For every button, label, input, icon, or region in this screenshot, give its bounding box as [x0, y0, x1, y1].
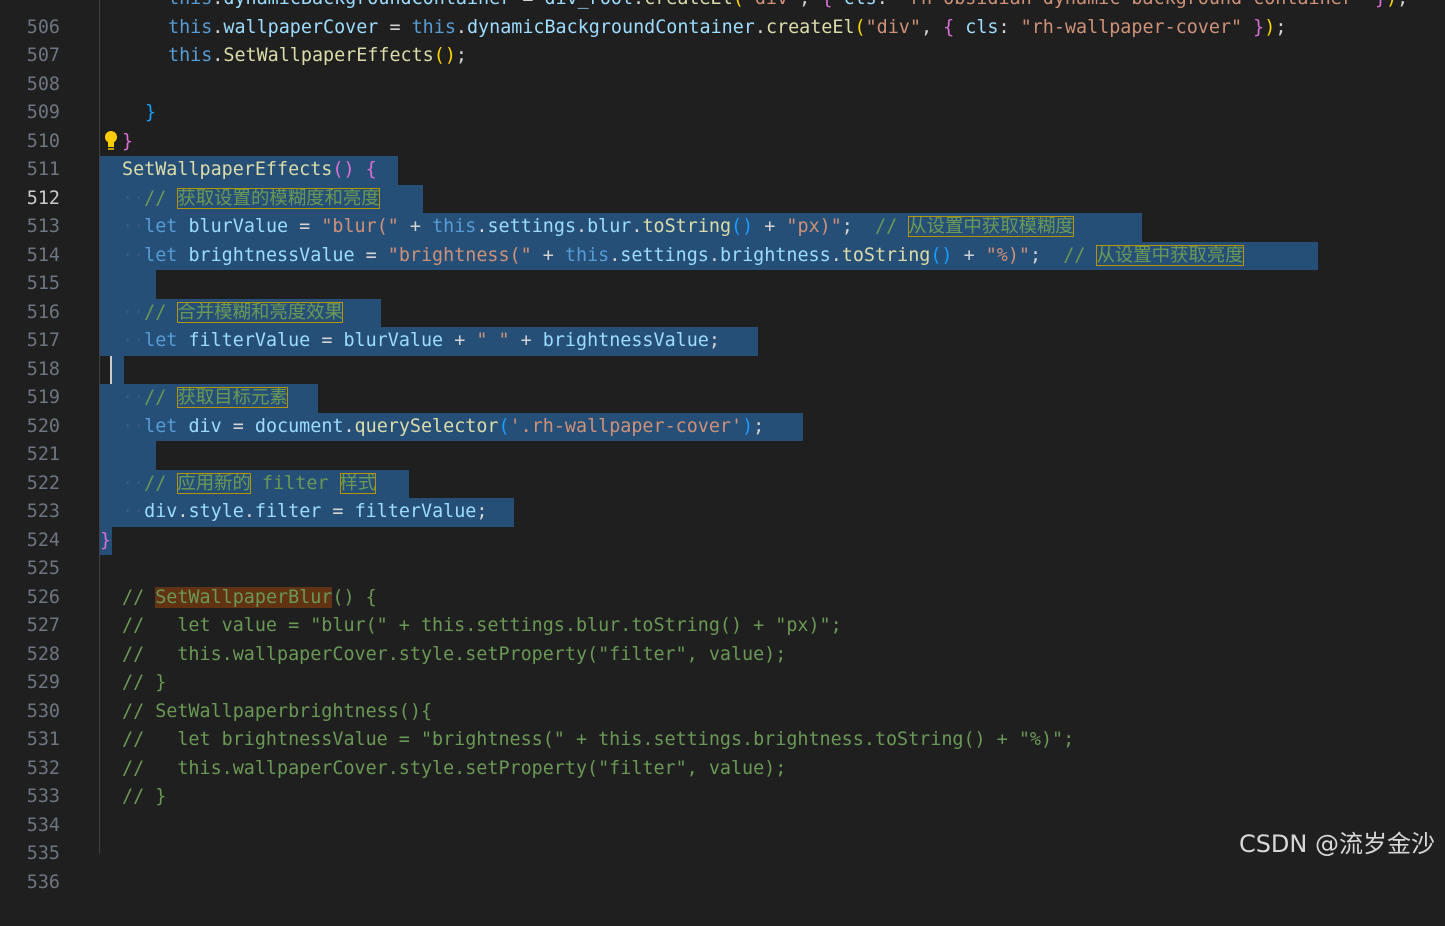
code-line[interactable]: 512 SetWallpaperEffects() { [0, 156, 1445, 209]
code-text: ··let blurValue = "blur(" + this.setting… [122, 216, 1074, 237]
code-text: ··// 应用新的 filter 样式 [122, 472, 377, 494]
selection-highlight [100, 441, 156, 470]
code-line[interactable]: 531 // SetWallpaperbrightness(){ [0, 698, 1445, 751]
code-line[interactable]: 524 ··div.style.filter = filterValue; [0, 498, 1445, 551]
code-text: ··let filterValue = blurValue + " " + br… [122, 330, 720, 351]
code-text: ··// 获取目标元素 [122, 387, 288, 408]
code-line[interactable]: 525 } [0, 526, 1445, 579]
code-text: // } [122, 786, 167, 807]
code-line[interactable]: 516 [0, 270, 1445, 323]
watermark: CSDN @流岁金沙 [1238, 830, 1435, 858]
code-line[interactable]: 529 // this.wallpaperCover.style.setProp… [0, 641, 1445, 694]
code-text: this.wallpaperCover = this.dynamicBackgr… [168, 16, 1287, 38]
code-line[interactable]: 527 // SetWallpaperBlur() { [0, 584, 1445, 636]
code-line[interactable]: 514 ··let blurValue = "blur(" + this.set… [0, 213, 1445, 266]
code-text: } [122, 130, 134, 152]
code-line[interactable]: 515 ··let brightnessValue = "brightness(… [0, 241, 1445, 294]
code-text: ··let div = document.querySelector('.rh-… [122, 415, 765, 437]
code-line[interactable]: 520 ··// 获取目标元素 [0, 384, 1445, 437]
code-text: ··div.style.filter = filterValue; [122, 501, 488, 522]
code-text: // this.wallpaperCover.style.setProperty… [122, 757, 787, 779]
code-text: ··// 合并模糊和亮度效果 [122, 301, 343, 323]
code-text: // SetWallpaperbrightness(){ [122, 700, 433, 722]
code-line[interactable]: 523 ··// 应用新的 filter 样式 [0, 469, 1445, 522]
code-text: // let value = "blur(" + this.settings.b… [122, 615, 842, 636]
cursor [110, 355, 124, 384]
code-editor[interactable]: 506 this.dynamicBackgroundContainer = di… [0, 0, 1445, 893]
code-text: // let brightnessValue = "brightness(" +… [122, 729, 1075, 750]
code-text: } [145, 102, 157, 123]
code-line[interactable]: 513 ··// 获取设置的模糊度和亮度 [0, 184, 1445, 237]
selection-highlight [100, 270, 156, 299]
code-line[interactable]: 506 this.dynamicBackgroundContainer = di… [0, 0, 1445, 38]
code-line[interactable]: 535 [0, 812, 1445, 864]
code-line[interactable]: 530 // } [0, 669, 1445, 722]
code-line[interactable]: 522 [0, 441, 1445, 494]
code-text: this.dynamicBackgroundContainer = div_ro… [168, 0, 1408, 14]
code-line[interactable]: 519 [0, 355, 1445, 408]
lightbulb-icon[interactable] [104, 130, 118, 152]
code-text: SetWallpaperEffects() { [122, 159, 377, 180]
code-line[interactable]: 528 // let value = "blur(" + this.settin… [0, 612, 1445, 665]
code-line[interactable]: 510 } [0, 99, 1445, 152]
code-line[interactable]: 509 [0, 71, 1445, 123]
code-text: ··let brightnessValue = "brightness(" + … [122, 244, 1244, 266]
code-text: // } [122, 672, 167, 693]
code-line[interactable]: 511 } [0, 128, 1445, 180]
code-line[interactable]: 508 this.SetWallpaperEffects(); [0, 42, 1445, 95]
code-line[interactable]: 517 ··// 合并模糊和亮度效果 [0, 298, 1445, 351]
code-text: this.SetWallpaperEffects(); [168, 45, 467, 66]
code-text: ··// 获取设置的模糊度和亮度 [122, 187, 380, 209]
code-line[interactable]: 534 // } [0, 783, 1445, 836]
code-line[interactable]: 521 ··let div = document.querySelector('… [0, 412, 1445, 465]
code-line[interactable]: 518 ··let filterValue = blurValue + " " … [0, 327, 1445, 380]
code-line[interactable]: 536 [0, 840, 1445, 893]
code-line[interactable]: 533 // this.wallpaperCover.style.setProp… [0, 755, 1445, 808]
code-text: } [100, 529, 112, 551]
code-line[interactable]: 526 [0, 555, 1445, 608]
code-line[interactable]: 507 this.wallpaperCover = this.dynamicBa… [0, 14, 1445, 67]
line-number: 536 [26, 871, 60, 893]
code-text: // SetWallpaperBlur() { [122, 586, 377, 608]
code-line[interactable]: 532 // let brightnessValue = "brightness… [0, 726, 1445, 779]
code-text: // this.wallpaperCover.style.setProperty… [122, 643, 787, 665]
